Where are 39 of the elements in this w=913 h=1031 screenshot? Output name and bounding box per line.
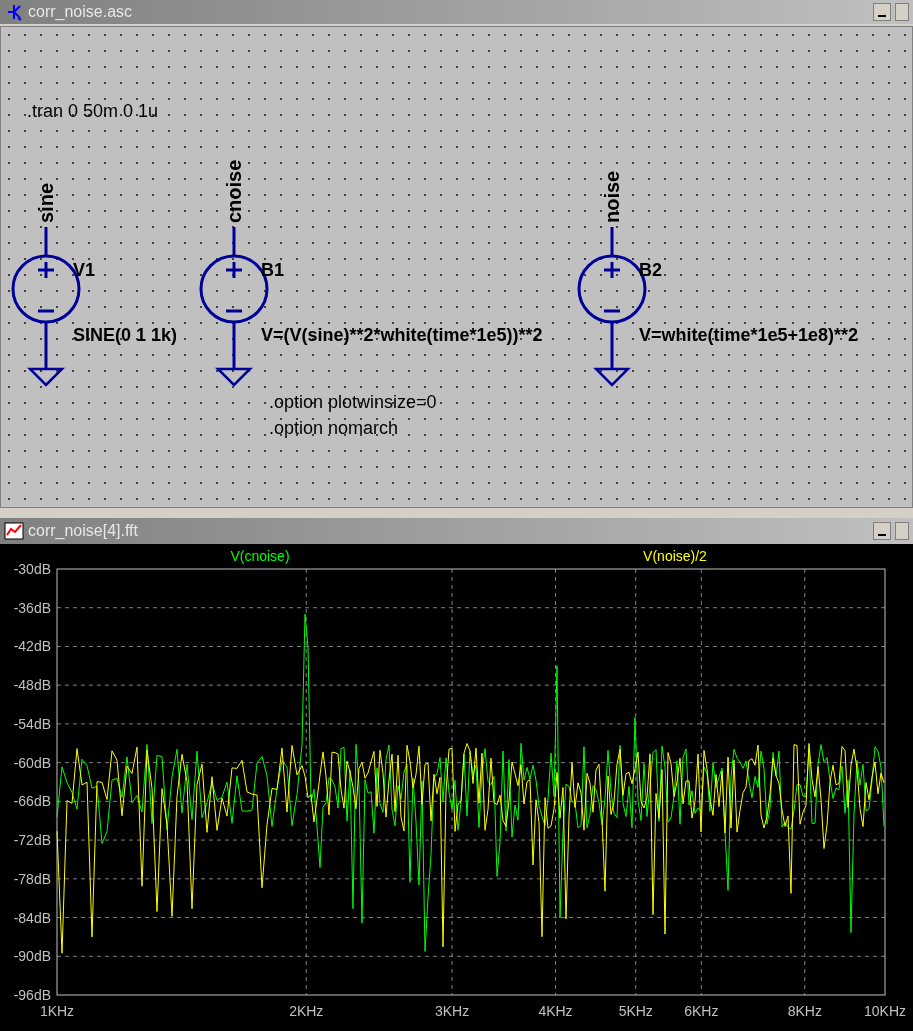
spice-directive: .option nomarch <box>269 418 399 438</box>
component-name: B1 <box>261 260 284 280</box>
minimize-button[interactable] <box>873 3 891 21</box>
y-axis-label: -72dB <box>13 832 51 849</box>
y-axis-label: -96dB <box>13 987 51 1003</box>
net-label: sine <box>35 182 57 223</box>
spice-directive: .tran 0 50m 0 1u <box>27 101 159 121</box>
x-axis-label: 10KHz <box>864 1003 906 1019</box>
y-axis-label: -84dB <box>13 909 51 926</box>
net-label: cnoise <box>223 159 245 223</box>
x-axis-label: 4KHz <box>538 1003 573 1019</box>
y-axis-label: -54dB <box>13 715 51 732</box>
y-axis-label: -48dB <box>13 677 51 694</box>
net-label: noise <box>601 170 623 223</box>
y-axis-label: -30dB <box>13 561 51 577</box>
window-title: corr_noise.asc <box>28 2 134 22</box>
component-name: B2 <box>639 260 662 280</box>
component-value: SINE(0 1 1k) <box>73 325 178 345</box>
waveform-app-icon <box>4 521 24 541</box>
y-axis-label: -66dB <box>13 793 51 810</box>
x-axis-label: 5KHz <box>618 1003 653 1019</box>
window-title: corr_noise[4].fft <box>28 521 139 541</box>
component-value: V=white(time*1e5+1e8)**2 <box>639 325 859 345</box>
x-axis-label: 2KHz <box>289 1003 324 1019</box>
x-axis-label: 1KHz <box>39 1003 75 1019</box>
spice-directive: .option plotwinsize=0 <box>269 392 437 412</box>
trace-legend[interactable]: V(cnoise) <box>230 548 290 564</box>
trace-legend[interactable]: V(noise)/2 <box>643 548 707 564</box>
minimize-button[interactable] <box>873 522 891 540</box>
component-name: V1 <box>73 260 96 280</box>
y-axis-label: -60dB <box>13 754 51 771</box>
y-axis-label: -42dB <box>13 638 51 655</box>
y-axis-label: -78dB <box>13 870 51 887</box>
y-axis-label: -36dB <box>13 599 51 616</box>
y-axis-label: -90dB <box>13 948 51 965</box>
x-axis-label: 6KHz <box>684 1003 719 1019</box>
x-axis-label: 8KHz <box>787 1003 822 1019</box>
component-value: V=(V(sine)**2*white(time*1e5))**2 <box>261 325 543 345</box>
x-axis-label: 3KHz <box>434 1003 470 1019</box>
